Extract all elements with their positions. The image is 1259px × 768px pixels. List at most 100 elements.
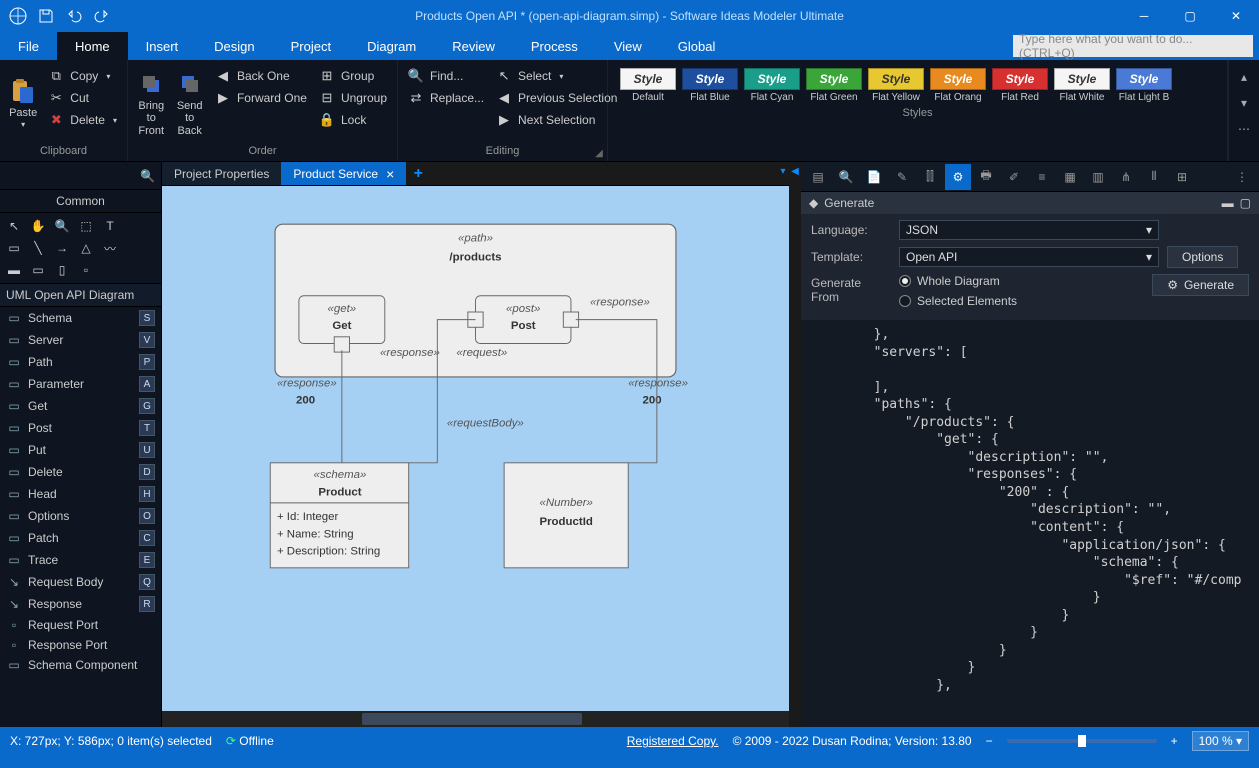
forward-one-button[interactable]: ▶Forward One xyxy=(211,88,311,108)
tool-schema[interactable]: ▭SchemaS xyxy=(0,307,161,329)
paste-button[interactable]: Paste▾ xyxy=(6,64,40,143)
toolbox-search-icon[interactable]: 🔍 xyxy=(140,169,155,183)
redo-icon[interactable] xyxy=(92,6,112,26)
tool-get[interactable]: ▭GetG xyxy=(0,395,161,417)
rp-tool-12-icon[interactable]: ⋔ xyxy=(1113,164,1139,190)
container2-icon[interactable]: ▭ xyxy=(28,261,48,279)
diagram-canvas[interactable]: «path» /products «get» Get «post» Post «… xyxy=(162,186,789,711)
rect-tool-icon[interactable]: ▭ xyxy=(4,239,24,257)
tab-view[interactable]: View xyxy=(596,32,660,60)
find-button[interactable]: 🔍Find... xyxy=(404,66,488,86)
hand-tool-icon[interactable]: ✋ xyxy=(28,217,48,235)
rp-tool-7-icon[interactable]: 🖶 xyxy=(973,164,999,190)
style-down-icon[interactable]: ▾ xyxy=(1233,92,1255,114)
tool-parameter[interactable]: ▭ParameterA xyxy=(0,373,161,395)
rp-tool-5-icon[interactable]: ⫿⫿ xyxy=(917,164,943,190)
generate-button[interactable]: ⚙Generate xyxy=(1152,274,1249,296)
tab-insert[interactable]: Insert xyxy=(128,32,197,60)
tool-patch[interactable]: ▭PatchC xyxy=(0,527,161,549)
back-one-button[interactable]: ◀Back One xyxy=(211,66,311,86)
add-tab-button[interactable]: + xyxy=(406,162,430,185)
template-select[interactable]: Open API▾ xyxy=(899,247,1159,267)
tab-product-service[interactable]: Product Service× xyxy=(281,162,406,185)
tool-request-body[interactable]: ↘Request BodyQ xyxy=(0,571,161,593)
pin-icon[interactable]: ▬ xyxy=(1222,196,1234,210)
undo-icon[interactable] xyxy=(64,6,84,26)
rp-tool-2-icon[interactable]: 🔍 xyxy=(833,164,859,190)
tab-home[interactable]: Home xyxy=(57,32,128,60)
zoom-out-button[interactable]: − xyxy=(986,734,993,748)
zoom-level[interactable]: 100 % ▾ xyxy=(1192,731,1249,751)
rp-tool-8-icon[interactable]: ✐ xyxy=(1001,164,1027,190)
tool-head[interactable]: ▭HeadH xyxy=(0,483,161,505)
prev-selection-button[interactable]: ◀Previous Selection xyxy=(492,88,621,108)
file-tab[interactable]: File xyxy=(0,32,57,60)
rp-tool-3-icon[interactable]: 📄 xyxy=(861,164,887,190)
style-swatch-0[interactable]: Style xyxy=(620,68,676,90)
options-button[interactable]: Options xyxy=(1167,246,1238,268)
close-tab-icon[interactable]: × xyxy=(386,166,394,182)
next-selection-button[interactable]: ▶Next Selection xyxy=(492,110,621,130)
tool-delete[interactable]: ▭DeleteD xyxy=(0,461,161,483)
maximize-button[interactable]: ▢ xyxy=(1167,0,1213,32)
line-tool-icon[interactable]: ╲ xyxy=(28,239,48,257)
tab-process[interactable]: Process xyxy=(513,32,596,60)
splitter-handle[interactable]: ◀ xyxy=(789,162,801,727)
rp-tool-10-icon[interactable]: ▦ xyxy=(1057,164,1083,190)
style-swatch-8[interactable]: Style xyxy=(1116,68,1172,90)
toolbox-tab-common[interactable]: Common xyxy=(0,190,161,213)
tab-project[interactable]: Project xyxy=(273,32,349,60)
radio-selected-elements[interactable]: Selected Elements xyxy=(899,294,1144,308)
rp-tool-1-icon[interactable]: ▤ xyxy=(805,164,831,190)
cut-button[interactable]: ✂Cut xyxy=(44,88,121,108)
ribbon-search[interactable]: Type here what you want to do... (CTRL+Q… xyxy=(1013,35,1253,57)
style-more-icon[interactable]: ⋯ xyxy=(1233,118,1255,140)
rp-tool-9-icon[interactable]: ≡ xyxy=(1029,164,1055,190)
rp-tool-14-icon[interactable]: ⊞ xyxy=(1169,164,1195,190)
editing-dialog-launcher[interactable]: ◢ xyxy=(593,147,605,159)
tool-request-port[interactable]: ▫Request Port xyxy=(0,615,161,635)
tab-global[interactable]: Global xyxy=(660,32,734,60)
save-icon[interactable] xyxy=(36,6,56,26)
container1-icon[interactable]: ▬ xyxy=(4,261,24,279)
send-back-button[interactable]: Send to Back xyxy=(172,64,206,143)
tool-path[interactable]: ▭PathP xyxy=(0,351,161,373)
delete-button[interactable]: ✖Delete▾ xyxy=(44,110,121,130)
text-tool-icon[interactable]: T xyxy=(100,217,120,235)
container3-icon[interactable]: ▯ xyxy=(52,261,72,279)
language-select[interactable]: JSON▾ xyxy=(899,220,1159,240)
tool-post[interactable]: ▭PostT xyxy=(0,417,161,439)
tool-schema-component[interactable]: ▭Schema Component xyxy=(0,655,161,675)
style-swatch-4[interactable]: Style xyxy=(868,68,924,90)
tab-design[interactable]: Design xyxy=(196,32,272,60)
rp-tool-menu-icon[interactable]: ⋮ xyxy=(1229,164,1255,190)
replace-button[interactable]: ⇄Replace... xyxy=(404,88,488,108)
crop-tool-icon[interactable]: ⬚ xyxy=(76,217,96,235)
tab-review[interactable]: Review xyxy=(434,32,513,60)
style-swatch-2[interactable]: Style xyxy=(744,68,800,90)
registered-link[interactable]: Registered Copy. xyxy=(627,734,719,748)
tool-response[interactable]: ↘ResponseR xyxy=(0,593,161,615)
tool-trace[interactable]: ▭TraceE xyxy=(0,549,161,571)
close-button[interactable]: ✕ xyxy=(1213,0,1259,32)
tab-diagram[interactable]: Diagram xyxy=(349,32,434,60)
group-button[interactable]: ⊞Group xyxy=(315,66,391,86)
style-swatch-5[interactable]: Style xyxy=(930,68,986,90)
poly-tool-icon[interactable]: △ xyxy=(76,239,96,257)
style-up-icon[interactable]: ▴ xyxy=(1233,66,1255,88)
pointer-tool-icon[interactable]: ↖ xyxy=(4,217,24,235)
tool-options[interactable]: ▭OptionsO xyxy=(0,505,161,527)
zoom-in-button[interactable]: + xyxy=(1171,734,1178,748)
style-swatch-1[interactable]: Style xyxy=(682,68,738,90)
rp-tool-13-icon[interactable]: ⫴ xyxy=(1141,164,1167,190)
rp-tool-4-icon[interactable]: ✎ xyxy=(889,164,915,190)
copy-button[interactable]: ⧉Copy▾ xyxy=(44,66,121,86)
canvas-hscroll[interactable] xyxy=(162,711,789,727)
tab-project-properties[interactable]: Project Properties xyxy=(162,162,281,185)
tool-response-port[interactable]: ▫Response Port xyxy=(0,635,161,655)
style-swatch-3[interactable]: Style xyxy=(806,68,862,90)
tab-overflow-icon[interactable]: ▾ xyxy=(777,162,789,185)
style-swatch-6[interactable]: Style xyxy=(992,68,1048,90)
select-button[interactable]: ↖Select▾ xyxy=(492,66,621,86)
container4-icon[interactable]: ▫ xyxy=(76,261,96,279)
